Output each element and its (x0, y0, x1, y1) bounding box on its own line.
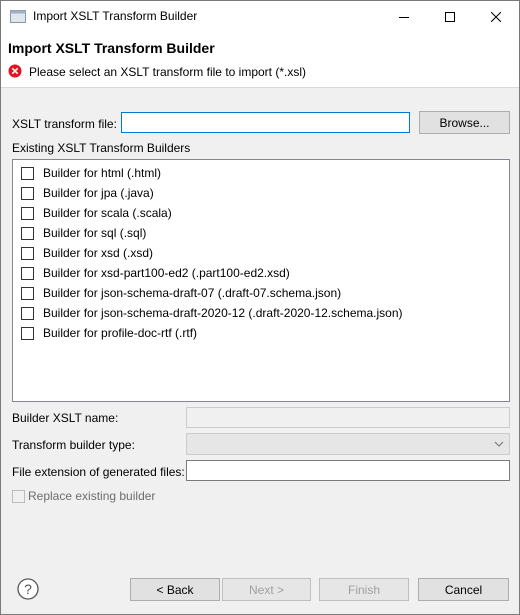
builder-checkbox[interactable] (21, 306, 34, 320)
builder-label: Builder for json-schema-draft-07 (.draft… (43, 286, 342, 300)
list-item[interactable]: Builder for json-schema-draft-07 (.draft… (21, 284, 341, 302)
help-icon[interactable]: ? (17, 578, 39, 600)
builder-label: Builder for html (.html) (43, 166, 162, 180)
file-extension-input[interactable] (186, 460, 510, 481)
builder-label: Builder for jpa (.java) (43, 186, 154, 200)
cancel-button[interactable]: Cancel (418, 578, 509, 601)
maximize-icon (445, 11, 455, 22)
page-title: Import XSLT Transform Builder (8, 40, 215, 56)
wizard-header: Import XSLT Transform Builder Please sel… (1, 32, 519, 88)
builder-checkbox[interactable] (21, 206, 34, 220)
replace-existing-option[interactable]: Replace existing builder (12, 487, 155, 505)
import-dialog-window: Import XSLT Transform Builder Import XSL… (0, 0, 520, 615)
builder-checkbox[interactable] (21, 226, 34, 240)
browse-button[interactable]: Browse... (419, 111, 510, 134)
builder-name-input[interactable] (186, 407, 510, 428)
builder-checkbox[interactable] (21, 166, 34, 180)
xslt-file-input[interactable] (121, 112, 410, 133)
title-bar[interactable]: Import XSLT Transform Builder (1, 1, 519, 32)
cancel-button-label: Cancel (444, 582, 483, 597)
builder-label: Builder for json-schema-draft-2020-12 (.… (43, 306, 403, 320)
minimize-button[interactable] (381, 1, 427, 32)
list-item[interactable]: Builder for html (.html) (21, 164, 161, 182)
builder-label: Builder for profile-doc-rtf (.rtf) (43, 326, 198, 340)
builder-label: Builder for scala (.scala) (43, 206, 172, 220)
existing-builders-list[interactable]: Builder for html (.html) Builder for jpa… (12, 159, 510, 402)
chevron-down-icon (494, 441, 504, 447)
next-button-label: Next > (248, 582, 284, 597)
list-item[interactable]: Builder for jpa (.java) (21, 184, 154, 202)
minimize-icon (399, 16, 409, 18)
xslt-file-label: XSLT transform file: (12, 117, 117, 131)
builder-checkbox[interactable] (21, 246, 34, 260)
error-message: Please select an XSLT transform file to … (29, 65, 306, 79)
existing-builders-label: Existing XSLT Transform Builders (12, 141, 191, 155)
svg-text:?: ? (24, 581, 32, 597)
builder-checkbox[interactable] (21, 286, 34, 300)
builder-label: Builder for sql (.sql) (43, 226, 147, 240)
file-extension-label: File extension of generated files: (12, 465, 185, 479)
window-app-icon (10, 10, 26, 23)
builder-type-label: Transform builder type: (12, 438, 135, 452)
close-icon (491, 11, 501, 22)
list-item[interactable]: Builder for profile-doc-rtf (.rtf) (21, 324, 197, 342)
builder-checkbox[interactable] (21, 326, 34, 340)
builder-type-select[interactable] (186, 433, 510, 455)
browse-button-label: Browse... (439, 115, 490, 130)
finish-button[interactable]: Finish (319, 578, 409, 601)
list-item[interactable]: Builder for sql (.sql) (21, 224, 146, 242)
finish-button-label: Finish (347, 582, 380, 597)
maximize-button[interactable] (427, 1, 473, 32)
builder-checkbox[interactable] (21, 266, 34, 280)
builder-name-label: Builder XSLT name: (12, 411, 119, 425)
back-button-label: < Back (156, 582, 194, 597)
list-item[interactable]: Builder for xsd-part100-ed2 (.part100-ed… (21, 264, 290, 282)
back-button[interactable]: < Back (130, 578, 220, 601)
replace-existing-label: Replace existing builder (28, 489, 156, 503)
replace-existing-checkbox[interactable] (12, 489, 25, 503)
list-item[interactable]: Builder for xsd (.xsd) (21, 244, 153, 262)
builder-label: Builder for xsd (.xsd) (43, 246, 154, 260)
close-button[interactable] (473, 1, 519, 32)
error-icon (8, 64, 22, 78)
list-item[interactable]: Builder for scala (.scala) (21, 204, 172, 222)
next-button[interactable]: Next > (222, 578, 311, 601)
window-title: Import XSLT Transform Builder (33, 9, 198, 23)
list-item[interactable]: Builder for json-schema-draft-2020-12 (.… (21, 304, 403, 322)
builder-label: Builder for xsd-part100-ed2 (.part100-ed… (43, 266, 290, 280)
builder-checkbox[interactable] (21, 186, 34, 200)
